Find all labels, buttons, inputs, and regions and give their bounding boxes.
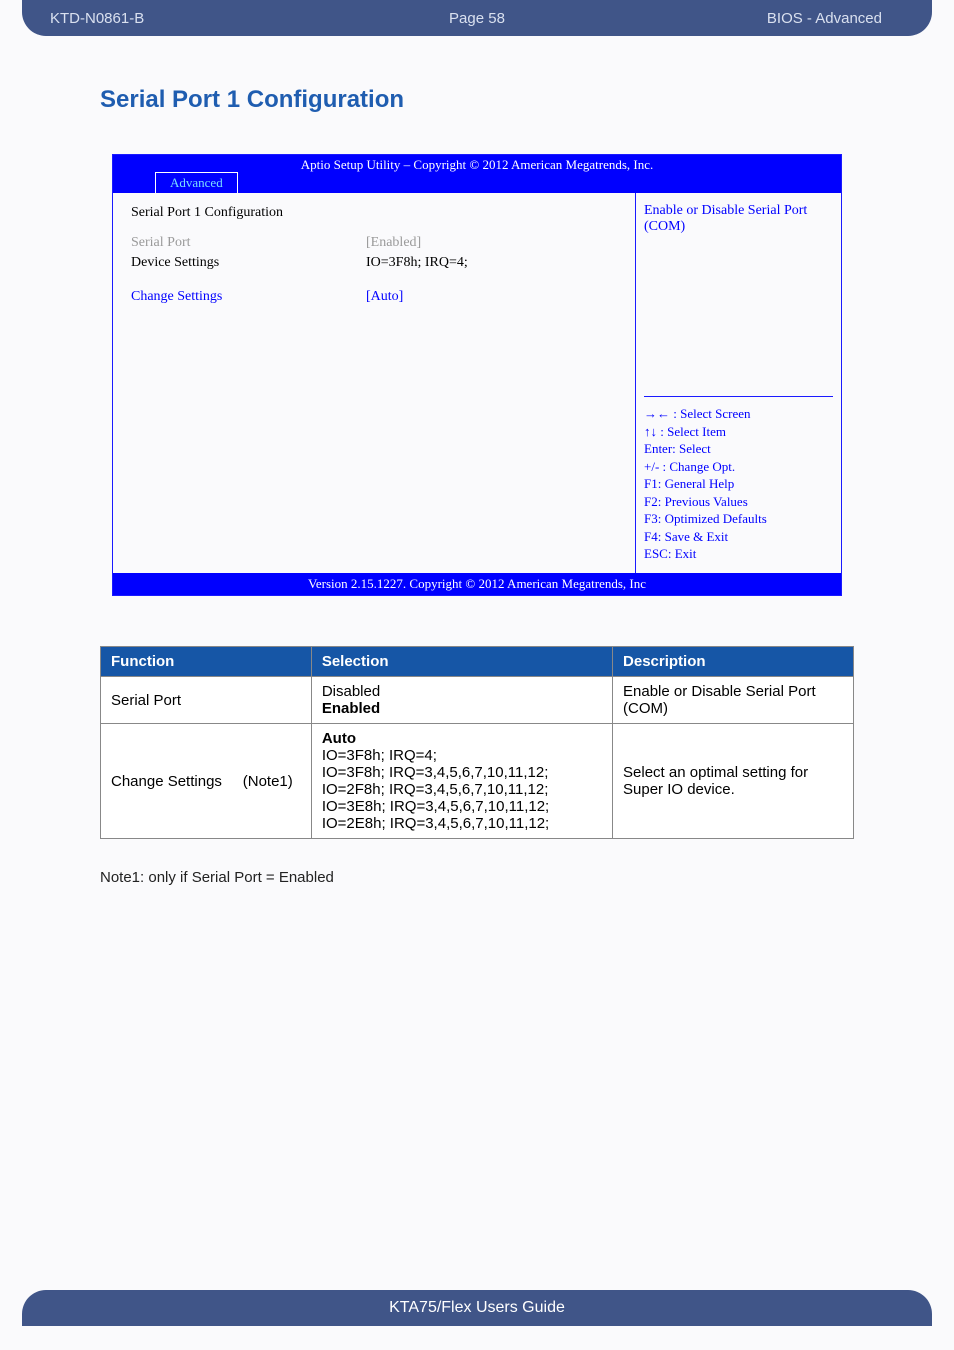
bios-key-change-opt: +/- : Change Opt. (644, 458, 833, 476)
header-page-number: Page 58 (449, 10, 505, 27)
header-doc-id: KTD-N0861-B (50, 10, 144, 27)
bios-key-f1: F1: General Help (644, 475, 833, 493)
sel-option: IO=3E8h; IRQ=3,4,5,6,7,10,11,12; (322, 798, 602, 815)
bios-value-device-settings: IO=3F8h; IRQ=4; (366, 255, 617, 271)
bios-help-panel: Enable or Disable Serial Port (COM) →← :… (636, 193, 841, 573)
cell-desc-change-settings: Select an optimal setting for Super IO d… (613, 724, 854, 839)
bios-item-change-settings[interactable]: Change Settings (131, 289, 366, 305)
cell-desc-serial-port: Enable or Disable Serial Port (COM) (613, 677, 854, 724)
bios-value-change-settings: [Auto] (366, 289, 617, 305)
bios-item-serial-port[interactable]: Serial Port (131, 235, 366, 251)
bios-item-device-settings: Device Settings (131, 255, 366, 271)
bios-key-f4: F4: Save & Exit (644, 528, 833, 546)
page-header: KTD-N0861-B Page 58 BIOS - Advanced (22, 0, 932, 36)
bios-key-f2: F2: Previous Values (644, 493, 833, 511)
cell-sel-change-settings: Auto IO=3F8h; IRQ=4; IO=3F8h; IRQ=3,4,5,… (311, 724, 612, 839)
bios-utility-title: Aptio Setup Utility – Copyright © 2012 A… (113, 155, 841, 173)
cell-fn-change-settings: Change Settings (Note1) (101, 724, 312, 839)
bios-key-enter: Enter: Select (644, 440, 833, 458)
sel-option: IO=2F8h; IRQ=3,4,5,6,7,10,11,12; (322, 781, 602, 798)
bios-value-serial-port: [Enabled] (366, 235, 617, 251)
bios-titlebar: Aptio Setup Utility – Copyright © 2012 A… (113, 155, 841, 193)
sel-option: IO=3F8h; IRQ=3,4,5,6,7,10,11,12; (322, 764, 602, 781)
bios-screenshot: Aptio Setup Utility – Copyright © 2012 A… (112, 154, 842, 596)
sel-option-default: Enabled (322, 700, 602, 717)
sel-option: IO=3F8h; IRQ=4; (322, 747, 602, 764)
sel-option: IO=2E8h; IRQ=3,4,5,6,7,10,11,12; (322, 815, 602, 832)
cell-sel-serial-port: Disabled Enabled (311, 677, 612, 724)
footer-guide-title: KTA75/Flex Users Guide (389, 1299, 565, 1317)
bios-key-select-item: ↑↓ : Select Item (644, 423, 833, 441)
cell-fn-serial-port: Serial Port (101, 677, 312, 724)
bios-key-f3: F3: Optimized Defaults (644, 510, 833, 528)
table-header-row: Function Selection Description (101, 647, 854, 677)
function-table: Function Selection Description Serial Po… (100, 646, 854, 839)
th-function: Function (101, 647, 312, 677)
th-description: Description (613, 647, 854, 677)
table-row: Serial Port Disabled Enabled Enable or D… (101, 677, 854, 724)
page-footer: KTA75/Flex Users Guide (22, 1290, 932, 1326)
th-selection: Selection (311, 647, 612, 677)
bios-main-panel: Serial Port 1 Configuration Serial Port … (113, 193, 636, 573)
section-title: Serial Port 1 Configuration (100, 86, 854, 114)
note-text: Note1: only if Serial Port = Enabled (100, 869, 854, 886)
sel-option: Disabled (322, 683, 602, 700)
sel-option-default: Auto (322, 730, 602, 747)
bios-tab-advanced[interactable]: Advanced (155, 172, 238, 193)
bios-key-legend: →← : Select Screen ↑↓ : Select Item Ente… (644, 396, 833, 563)
bios-key-select-screen: →← : Select Screen (644, 405, 833, 423)
bios-version-footer: Version 2.15.1227. Copyright © 2012 Amer… (113, 573, 841, 595)
bios-key-esc: ESC: Exit (644, 545, 833, 563)
bios-help-text: Enable or Disable Serial Port (COM) (644, 203, 833, 235)
bios-panel-heading: Serial Port 1 Configuration (131, 205, 366, 221)
header-section: BIOS - Advanced (767, 10, 882, 27)
table-row: Change Settings (Note1) Auto IO=3F8h; IR… (101, 724, 854, 839)
